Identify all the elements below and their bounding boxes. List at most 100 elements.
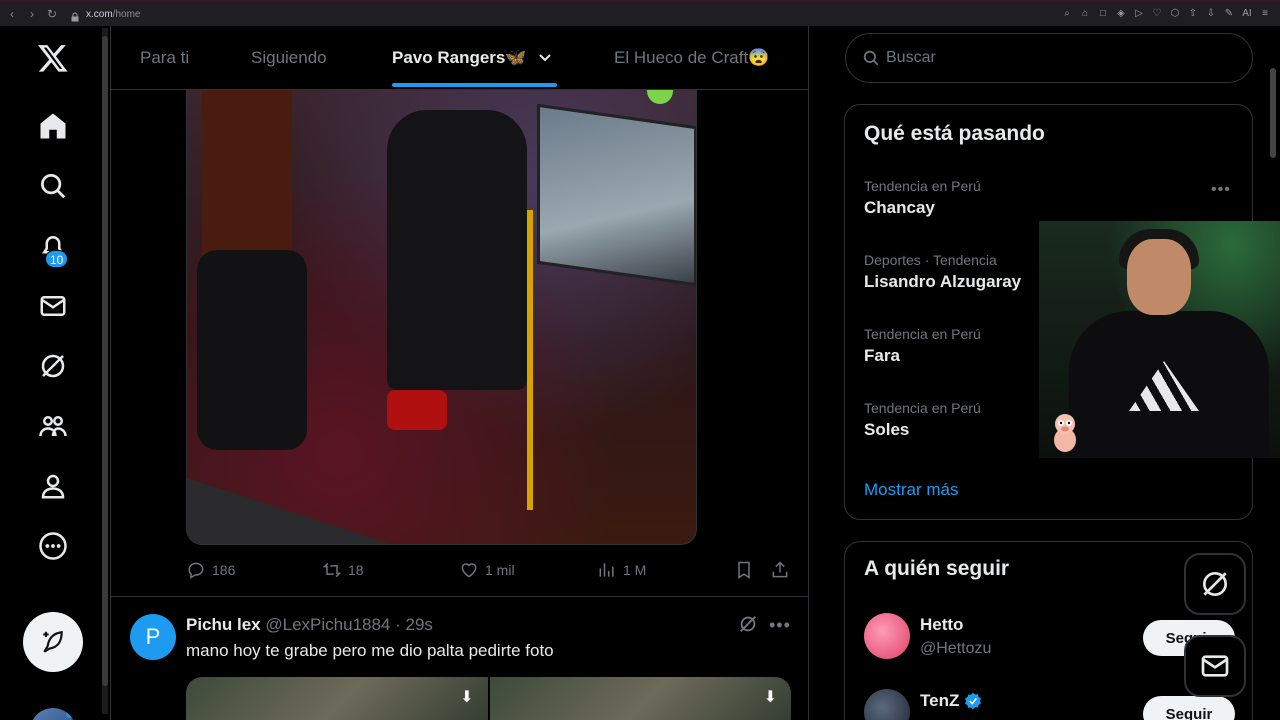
url-host: x.com <box>86 8 113 20</box>
avatar[interactable] <box>864 613 910 659</box>
tweet-media-gallery[interactable]: ⬇ ⬇ <box>186 677 791 720</box>
tab-el-hueco-de-craft[interactable]: El Hueco de Craft😨 <box>614 48 769 68</box>
x-logo-icon[interactable] <box>30 35 76 81</box>
media-chair <box>197 250 307 450</box>
feather-plus-icon <box>43 631 63 653</box>
chevron-down-icon[interactable] <box>537 49 553 65</box>
search-input[interactable] <box>886 49 1226 67</box>
download-icon[interactable]: ⇩ <box>1204 6 1218 20</box>
repost-icon <box>322 562 342 578</box>
media-mop <box>527 210 533 510</box>
trend-title: Fara <box>864 346 900 365</box>
forward-icon[interactable]: › <box>24 6 40 22</box>
show-more-trends-link[interactable]: Mostrar más <box>864 480 958 500</box>
like-button[interactable]: 1 mil <box>459 560 515 580</box>
search-bar[interactable] <box>845 33 1253 83</box>
communities-icon[interactable] <box>30 403 76 449</box>
profile-icon[interactable] <box>30 463 76 509</box>
webcam-person-head <box>1127 239 1191 315</box>
follow-name[interactable]: TenZ <box>920 691 983 711</box>
download-icon[interactable]: ⬇ <box>460 687 473 707</box>
notifications-badge: 10 <box>45 250 69 268</box>
grok-float-button[interactable] <box>1184 553 1246 615</box>
trend-more-icon[interactable]: ••• <box>1211 181 1231 199</box>
share-button[interactable] <box>770 560 790 580</box>
tab-siguiendo[interactable]: Siguiendo <box>251 48 327 68</box>
tweet-media-image[interactable]: ⬇ <box>186 677 488 720</box>
messages-float-button[interactable] <box>1184 635 1246 697</box>
verified-badge-icon <box>965 692 982 710</box>
reload-icon[interactable]: ↻ <box>44 6 60 22</box>
home-icon[interactable] <box>30 103 76 149</box>
ai-button[interactable]: AI <box>1240 6 1254 20</box>
compose-post-button[interactable] <box>23 612 83 672</box>
trend-item[interactable]: Tendencia en Perú Fara <box>864 326 981 366</box>
pig-sticker-icon <box>1054 414 1076 452</box>
trend-title: Chancay <box>864 198 935 217</box>
extensions-bar: ⌕ ⌂ □ ◈ ▷ ♡ ⬡ ⇧ ⇩ ✎ AI ≡ <box>1060 6 1272 20</box>
tweet-media-image[interactable]: ⬇ <box>489 677 791 720</box>
menu-icon[interactable]: ≡ <box>1258 6 1272 20</box>
tweet-media-image[interactable] <box>186 90 697 545</box>
account-avatar[interactable] <box>30 708 76 720</box>
shield-icon[interactable]: ◈ <box>1114 6 1128 20</box>
trend-item[interactable]: Tendencia en Perú Soles <box>864 400 981 440</box>
trend-title: Soles <box>864 420 910 439</box>
repost-count: 18 <box>348 562 364 578</box>
zoom-icon[interactable]: ⌕ <box>1060 6 1074 20</box>
tweet-author-handle[interactable]: @LexPichu1884 <box>265 615 390 634</box>
tab-pavo-rangers-label: Pavo Rangers🦋 <box>392 48 527 67</box>
right-scrollbar-thumb[interactable] <box>1270 68 1276 158</box>
address-bar[interactable]: x.com/home <box>86 9 140 20</box>
views-button[interactable]: 1 M <box>597 560 646 580</box>
back-icon[interactable]: ‹ <box>4 6 20 22</box>
media-monitor <box>537 103 696 287</box>
bookmark-icon <box>738 561 750 579</box>
heart-icon <box>461 563 477 578</box>
who-to-follow-title: A quién seguir <box>864 557 1010 580</box>
extensions-icon[interactable]: ⬡ <box>1168 6 1182 20</box>
tweet-more-icon[interactable]: ••• <box>769 615 791 636</box>
share-icon[interactable]: ⇧ <box>1186 6 1200 20</box>
explore-search-icon[interactable] <box>30 163 76 209</box>
avatar[interactable] <box>864 689 910 720</box>
left-scrollbar-thumb[interactable] <box>102 36 108 686</box>
tweet-author-name[interactable]: Pichu lex <box>186 615 261 634</box>
search-icon <box>863 50 879 66</box>
tweet-timestamp[interactable]: · 29s <box>395 615 433 634</box>
home-timeline: Para ti Siguiendo Pavo Rangers🦋 El Hueco… <box>110 26 809 720</box>
pin-icon[interactable]: ⌂ <box>1078 6 1092 20</box>
messages-mail-icon[interactable] <box>30 283 76 329</box>
download-icon[interactable]: ⬇ <box>764 687 777 707</box>
reply-count: 186 <box>212 562 236 578</box>
left-scrollbar[interactable] <box>102 28 108 714</box>
repost-button[interactable]: 18 <box>322 560 364 580</box>
like-count: 1 mil <box>485 562 515 578</box>
media-person <box>387 110 527 390</box>
grok-explain-icon[interactable] <box>737 613 761 637</box>
trend-meta: Tendencia en Perú <box>864 326 981 342</box>
edit-icon[interactable]: ✎ <box>1222 6 1236 20</box>
trend-title: Lisandro Alzugaray <box>864 272 1022 291</box>
tweet-author-avatar[interactable]: P <box>130 614 176 660</box>
views-count: 1 M <box>623 562 647 578</box>
play-icon[interactable]: ▷ <box>1132 6 1146 20</box>
views-chart-icon <box>599 563 614 577</box>
trend-item[interactable]: Tendencia en Perú Chancay <box>864 178 981 218</box>
active-tab-indicator <box>392 83 557 87</box>
grok-icon[interactable] <box>30 343 76 389</box>
browser-toolbar: ‹ › ↻ x.com/home ⌕ ⌂ □ ◈ ▷ ♡ ⬡ ⇧ ⇩ ✎ AI … <box>0 0 1280 26</box>
tab-para-ti[interactable]: Para ti <box>140 48 189 68</box>
follow-name[interactable]: Hetto <box>920 615 963 635</box>
reply-button[interactable]: 186 <box>186 560 235 580</box>
tweet-item[interactable]: P Pichu lex @LexPichu1884 · 29s ••• mano… <box>111 597 808 720</box>
more-options-icon[interactable] <box>30 523 76 569</box>
trend-item[interactable]: Deportes · Tendencia Lisandro Alzugaray <box>864 252 1021 292</box>
bookmark-icon[interactable]: □ <box>1096 6 1110 20</box>
tab-pavo-rangers[interactable]: Pavo Rangers🦋 <box>392 48 553 68</box>
heart-icon[interactable]: ♡ <box>1150 6 1164 20</box>
follow-button[interactable]: Seguir <box>1143 696 1235 720</box>
mail-icon <box>1201 655 1229 677</box>
tweet-action-bar: 186 18 1 mil 1 M <box>186 560 796 584</box>
bookmark-button[interactable] <box>734 560 754 580</box>
